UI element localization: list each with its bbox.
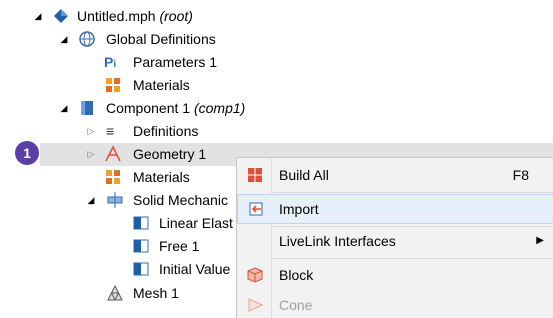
mesh-icon: [107, 284, 123, 301]
menu-item-label: LiveLink Interfaces: [279, 233, 396, 249]
collapse-arrow-icon[interactable]: ▷: [86, 120, 96, 143]
tree-label: Materials: [133, 77, 190, 93]
menu-item-build-all[interactable]: Build All F8: [237, 160, 553, 190]
materials-icon: [106, 170, 120, 184]
tree-label: Initial Value: [159, 261, 231, 277]
menu-separator: [273, 192, 553, 193]
tree-suffix: (root): [159, 8, 193, 24]
node-feature-icon: [133, 216, 149, 230]
tree-label: Parameters 1: [133, 54, 218, 70]
materials-icon: [106, 78, 120, 92]
tree-label: Linear Elast: [159, 215, 233, 231]
expand-arrow-icon[interactable]: ◢: [86, 189, 96, 212]
tree-label: Definitions: [133, 123, 199, 139]
collapse-arrow-icon[interactable]: ▷: [86, 143, 96, 166]
step-marker-badge: 1: [15, 141, 39, 165]
tree-row-materials-component[interactable]: Materials: [0, 166, 236, 189]
tree-label: Untitled.mph: [77, 8, 156, 24]
expand-arrow-icon[interactable]: ◢: [59, 28, 69, 51]
menu-item-cone[interactable]: Cone: [237, 290, 553, 318]
tree-row-solid-mechanics[interactable]: ◢ Solid Mechanic: [0, 189, 236, 212]
tree-label: Free 1: [159, 238, 200, 254]
tree-row-initial-values[interactable]: Initial Value: [0, 258, 236, 281]
globe-icon: [79, 31, 95, 47]
submenu-arrow-icon: ▶: [536, 235, 544, 246]
model-icon: [54, 9, 68, 23]
tree-row-materials-global[interactable]: Materials: [0, 74, 300, 97]
menu-separator: [273, 258, 553, 259]
menu-item-shortcut: F8: [512, 167, 529, 183]
tree-row-component[interactable]: ◢ Component 1 (comp1): [0, 97, 300, 120]
geometry-icon: [105, 145, 121, 162]
menu-item-label: Build All: [279, 167, 329, 183]
menu-item-label: Cone: [279, 297, 313, 313]
menu-item-block[interactable]: Block: [237, 260, 553, 290]
tree-row-global-definitions[interactable]: ◢ Global Definitions: [0, 28, 300, 51]
tree-row-parameters[interactable]: Pi Parameters 1: [0, 51, 300, 74]
component-icon: [81, 101, 93, 115]
menu-item-import[interactable]: Import: [237, 194, 553, 224]
menu-item-label: Import: [279, 201, 319, 217]
tree-label: Global Definitions: [106, 31, 216, 47]
block-icon: [247, 267, 263, 283]
menu-item-label: Block: [279, 267, 314, 283]
node-feature-icon: [133, 262, 149, 276]
list-icon: ≡: [106, 123, 115, 139]
tree-suffix: (comp1): [193, 100, 246, 116]
import-icon: [249, 202, 263, 216]
menu-item-livelink-interfaces[interactable]: LiveLink Interfaces ▶: [237, 226, 553, 256]
build-all-icon: [248, 168, 262, 182]
tree-row-root[interactable]: ◢ Untitled.mph (root): [0, 5, 300, 28]
tree-label: Mesh 1: [133, 285, 179, 301]
tree-row-definitions[interactable]: ▷ ≡ Definitions: [0, 120, 300, 143]
expand-arrow-icon[interactable]: ◢: [33, 5, 43, 28]
context-menu: Build All F8 Import LiveLink Interfaces …: [236, 157, 553, 318]
tree-row-free[interactable]: Free 1: [0, 235, 236, 258]
expand-arrow-icon[interactable]: ◢: [59, 97, 69, 120]
parameters-icon: Pi: [104, 54, 117, 70]
solid-mechanics-icon: [107, 192, 123, 208]
node-feature-icon: [133, 239, 149, 253]
tree-label: Component 1: [106, 100, 191, 116]
tree-row-mesh[interactable]: Mesh 1: [0, 282, 236, 305]
cone-icon: [248, 298, 264, 312]
tree-label: Geometry 1: [133, 146, 207, 162]
tree-label: Materials: [133, 169, 190, 185]
tree-row-linear-elastic[interactable]: Linear Elast: [0, 212, 236, 235]
tree-label: Solid Mechanic: [133, 192, 228, 208]
